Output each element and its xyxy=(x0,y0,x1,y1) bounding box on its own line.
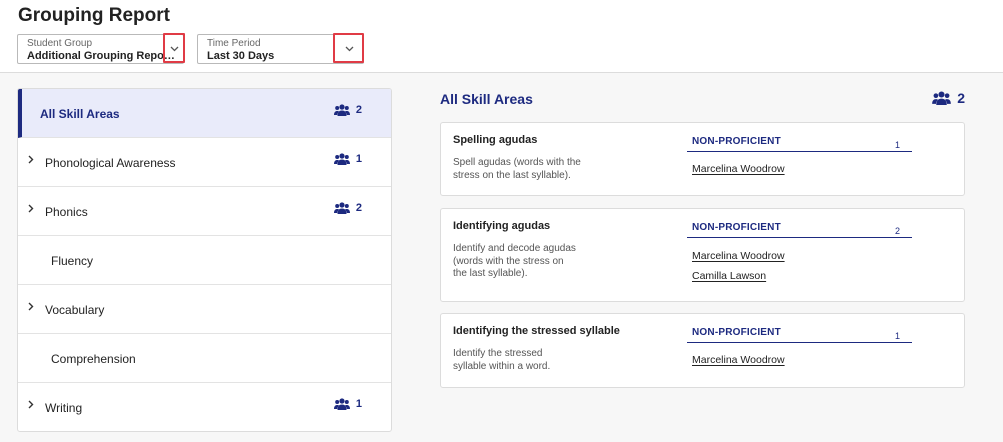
skill-description-line: Identify the stressed xyxy=(453,348,543,359)
group-people-icon xyxy=(333,104,350,116)
proficiency-label: NON-PROFICIENT xyxy=(692,222,781,233)
page-title: Grouping Report xyxy=(18,5,170,26)
proficiency-divider xyxy=(687,342,912,343)
group-count: 1 xyxy=(333,153,362,165)
student-count: 1 xyxy=(895,140,901,150)
student-link[interactable]: Marcelina Woodrow xyxy=(692,163,785,175)
sidebar-item-writing[interactable]: Writing 1 xyxy=(18,383,391,431)
main-group-count-value: 2 xyxy=(957,90,965,106)
chevron-right-icon[interactable] xyxy=(28,204,34,213)
group-count: 2 xyxy=(333,202,362,214)
sidebar-item-fluency[interactable]: Fluency xyxy=(18,236,391,285)
skill-description: Identify and decode agudas (words with t… xyxy=(453,243,623,281)
sidebar-item-label: Fluency xyxy=(51,254,94,268)
student-count: 2 xyxy=(895,226,901,236)
skill-title: Identifying agudas xyxy=(453,220,551,232)
time-period-label: Time Period xyxy=(207,38,261,49)
student-group-label: Student Group xyxy=(27,38,93,49)
skill-areas-sidebar: All Skill Areas 2 Phonological Awareness… xyxy=(17,88,392,432)
skill-description-line: syllable within a word. xyxy=(453,360,551,372)
student-link[interactable]: Camilla Lawson xyxy=(692,270,766,282)
sidebar-item-label: Comprehension xyxy=(51,352,136,366)
main-group-count: 2 xyxy=(932,90,965,106)
skill-description-line: the last syllable). xyxy=(453,268,528,279)
sidebar-item-label: Writing xyxy=(45,401,83,415)
sidebar-item-vocabulary[interactable]: Vocabulary xyxy=(18,285,391,334)
sidebar-item-comprehension[interactable]: Comprehension xyxy=(18,334,391,383)
time-period-dropdown[interactable]: Time Period Last 30 Days xyxy=(197,33,364,64)
group-count: 2 xyxy=(333,104,362,116)
skill-card-identifying-stressed-syllable: Identifying the stressed syllable Identi… xyxy=(440,313,965,388)
student-group-dropdown-toggle[interactable] xyxy=(163,33,185,63)
sidebar-item-label: All Skill Areas xyxy=(40,107,120,121)
chevron-down-icon xyxy=(170,46,179,52)
proficiency-label: NON-PROFICIENT xyxy=(692,136,781,147)
skill-description: Spell agudas (words with the stress on t… xyxy=(453,157,623,182)
skill-description-line: Identify and decode agudas xyxy=(453,243,576,254)
chevron-right-icon[interactable] xyxy=(28,155,34,164)
group-count-value: 2 xyxy=(355,202,362,214)
student-group-dropdown[interactable]: Student Group Additional Grouping Report… xyxy=(17,33,185,64)
main-section-title: All Skill Areas xyxy=(440,91,533,107)
skill-card-spelling-agudas: Spelling agudas Spell agudas (words with… xyxy=(440,122,965,196)
group-count: 1 xyxy=(333,398,362,410)
chevron-right-icon[interactable] xyxy=(28,400,34,409)
skill-title: Spelling agudas xyxy=(453,134,538,146)
sidebar-item-all-skill-areas[interactable]: All Skill Areas 2 xyxy=(18,89,391,138)
group-count-value: 2 xyxy=(355,104,362,116)
sidebar-item-label: Phonics xyxy=(45,205,88,219)
proficiency-divider xyxy=(687,151,912,152)
skill-description-line: stress on the last syllable). xyxy=(453,169,571,181)
group-count-value: 1 xyxy=(355,153,362,165)
skill-description: Identify the stressed syllable within a … xyxy=(453,348,623,373)
sidebar-item-phonological-awareness[interactable]: Phonological Awareness 1 xyxy=(18,138,391,187)
group-people-icon xyxy=(333,153,350,165)
skill-description-line: Spell agudas (words with the xyxy=(453,157,581,168)
time-period-dropdown-toggle[interactable] xyxy=(333,33,364,63)
chevron-down-icon xyxy=(345,46,354,52)
proficiency-divider xyxy=(687,237,912,238)
skill-title: Identifying the stressed syllable xyxy=(453,325,620,337)
group-people-icon xyxy=(333,202,350,214)
sidebar-item-phonics[interactable]: Phonics 2 xyxy=(18,187,391,236)
skill-card-identifying-agudas: Identifying agudas Identify and decode a… xyxy=(440,208,965,302)
chevron-right-icon[interactable] xyxy=(28,302,34,311)
sidebar-item-label: Vocabulary xyxy=(45,303,105,317)
proficiency-label: NON-PROFICIENT xyxy=(692,327,781,338)
group-people-icon xyxy=(932,91,952,105)
student-link[interactable]: Marcelina Woodrow xyxy=(692,250,785,262)
report-header: Grouping Report Student Group Additional… xyxy=(0,0,1003,73)
student-group-value: Additional Grouping Report ... xyxy=(27,50,177,62)
student-count: 1 xyxy=(895,331,901,341)
group-count-value: 1 xyxy=(355,398,362,410)
sidebar-item-label: Phonological Awareness xyxy=(45,156,176,170)
group-people-icon xyxy=(333,398,350,410)
time-period-value: Last 30 Days xyxy=(207,50,275,62)
student-link[interactable]: Marcelina Woodrow xyxy=(692,354,785,366)
skill-description-line: (words with the stress on xyxy=(453,255,564,267)
